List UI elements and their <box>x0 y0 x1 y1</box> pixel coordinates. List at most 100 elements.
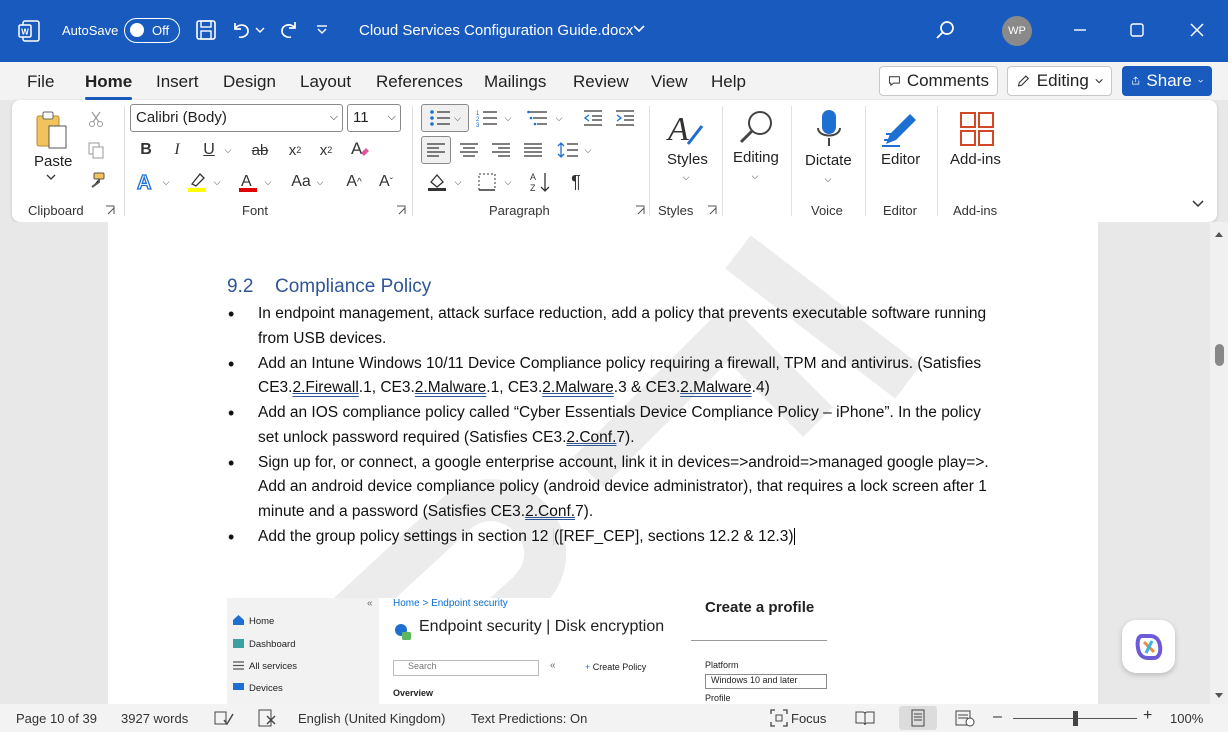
avatar[interactable]: WP <box>1002 16 1032 46</box>
comments-button[interactable]: Comments <box>879 66 998 96</box>
scrollbar-thumb[interactable] <box>1215 344 1224 366</box>
cut-icon[interactable] <box>85 108 107 130</box>
tab-file[interactable]: File <box>27 72 54 92</box>
undo-icon[interactable] <box>228 17 254 43</box>
text-effects-chevron-icon[interactable]: ⌵ <box>160 172 172 192</box>
proofing-underline-text[interactable]: 2.Malware <box>415 379 487 396</box>
font-color-icon[interactable]: A <box>235 169 261 195</box>
page-count[interactable]: Page 10 of 39 <box>16 711 97 726</box>
web-layout-icon[interactable] <box>955 709 975 730</box>
list-item[interactable]: Add an Intune Windows 10/11 Device Compl… <box>228 352 998 401</box>
line-spacing-chevron-icon[interactable]: ⌵ <box>582 140 594 160</box>
paste-label[interactable]: Paste <box>34 153 72 170</box>
align-right-icon[interactable] <box>488 138 514 162</box>
tab-layout[interactable]: Layout <box>300 72 351 92</box>
text-predictions-status[interactable]: Text Predictions: On <box>471 711 587 726</box>
bullets-button[interactable]: ⌵ <box>421 104 469 132</box>
align-center-icon[interactable] <box>456 138 482 162</box>
font-name-dropdown[interactable]: Calibri (Body) ⌵ <box>130 104 343 132</box>
bold-icon[interactable]: B <box>135 138 157 162</box>
editing-label[interactable]: Editing <box>733 149 779 166</box>
scroll-down-icon[interactable] <box>1214 688 1224 703</box>
close-icon[interactable] <box>1185 18 1209 42</box>
tab-home[interactable]: Home <box>85 72 133 100</box>
increase-indent-icon[interactable] <box>613 106 637 130</box>
focus-label[interactable]: Focus <box>791 711 826 726</box>
language-status[interactable]: English (United Kingdom) <box>298 711 445 726</box>
document-title[interactable]: Cloud Services Configuration Guide.docx <box>359 22 633 39</box>
proofing-underline-text[interactable]: 2.Conf. <box>566 429 616 446</box>
shading-icon[interactable] <box>424 170 450 194</box>
align-left-icon[interactable] <box>421 136 451 164</box>
zoom-slider-thumb[interactable] <box>1073 711 1078 726</box>
editor-label[interactable]: Editor <box>881 151 920 168</box>
shrink-font-icon[interactable]: Aˇ <box>374 170 398 194</box>
editing-mode-button[interactable]: Editing <box>1007 66 1112 96</box>
redo-icon[interactable] <box>276 17 302 43</box>
dictate-label[interactable]: Dictate <box>805 152 852 169</box>
clipboard-launcher-icon[interactable] <box>104 204 116 216</box>
microphone-icon[interactable] <box>809 106 849 150</box>
minimize-icon[interactable] <box>1068 18 1092 42</box>
grow-font-icon[interactable]: A ^ <box>342 170 366 194</box>
shading-chevron-icon[interactable]: ⌵ <box>452 172 464 192</box>
word-count[interactable]: 3927 words <box>121 711 188 726</box>
format-painter-icon[interactable] <box>85 170 107 192</box>
proofing-underline-text[interactable]: 2.Malware <box>680 379 752 396</box>
strikethrough-icon[interactable]: ab <box>247 138 273 162</box>
text-effects-icon[interactable]: A <box>133 169 159 195</box>
undo-dropdown-icon[interactable] <box>252 17 268 43</box>
font-launcher-icon[interactable] <box>395 204 407 216</box>
show-formatting-icon[interactable]: ¶ <box>564 170 588 194</box>
list-item[interactable]: In endpoint management, attack surface r… <box>228 302 998 351</box>
font-color-chevron-icon[interactable]: ⌵ <box>262 172 274 192</box>
list-item[interactable]: Add an IOS compliance policy called “Cyb… <box>228 401 998 450</box>
document-page[interactable]: 9.2 Compliance Policy In endpoint managem… <box>108 222 1098 704</box>
collapse-ribbon-icon[interactable] <box>1190 196 1206 212</box>
paste-icon[interactable] <box>32 108 72 152</box>
subscript-icon[interactable]: x2 <box>283 138 307 162</box>
justify-icon[interactable] <box>520 138 546 162</box>
underline-chevron-icon[interactable]: ⌵ <box>222 140 234 160</box>
decrease-indent-icon[interactable] <box>581 106 605 130</box>
search-icon[interactable] <box>932 17 958 43</box>
title-chevron-down-icon[interactable] <box>632 22 646 37</box>
underline-icon[interactable]: U <box>198 138 220 162</box>
styles-launcher-icon[interactable] <box>706 204 718 216</box>
clear-formatting-icon[interactable]: A <box>347 136 373 162</box>
proofing-underline-text[interactable]: 2.Conf. <box>525 503 575 520</box>
scroll-up-icon[interactable] <box>1214 226 1224 241</box>
numbering-icon[interactable]: 123 <box>475 106 499 130</box>
tab-help[interactable]: Help <box>711 72 746 92</box>
editor-icon[interactable] <box>878 106 924 150</box>
zoom-in-icon[interactable]: + <box>1143 708 1152 724</box>
styles-icon[interactable]: A <box>664 108 708 152</box>
list-item[interactable]: Add the group policy settings in section… <box>228 525 998 550</box>
paragraph-launcher-icon[interactable] <box>634 204 646 216</box>
font-size-dropdown[interactable]: 11 ⌵ <box>347 104 401 132</box>
vertical-scrollbar[interactable] <box>1210 222 1228 704</box>
tab-insert[interactable]: Insert <box>156 72 199 92</box>
borders-chevron-icon[interactable]: ⌵ <box>502 172 514 192</box>
read-mode-icon[interactable] <box>855 709 875 730</box>
addins-label[interactable]: Add-ins <box>950 151 1001 168</box>
print-layout-icon[interactable] <box>899 706 937 730</box>
line-spacing-icon[interactable] <box>555 138 581 162</box>
tab-mailings[interactable]: Mailings <box>484 72 546 92</box>
addins-icon[interactable] <box>956 108 998 150</box>
editing-chevron-icon[interactable]: ⌵ <box>749 170 761 182</box>
styles-label[interactable]: Styles <box>667 151 708 168</box>
focus-icon[interactable] <box>770 709 788 730</box>
copy-icon[interactable] <box>85 139 107 161</box>
maximize-icon[interactable] <box>1125 18 1149 42</box>
share-button[interactable]: Share <box>1122 66 1212 96</box>
multilevel-list-icon[interactable] <box>526 106 550 130</box>
list-item[interactable]: Sign up for, or connect, a google enterp… <box>228 451 998 525</box>
tab-review[interactable]: Review <box>573 72 629 92</box>
tab-design[interactable]: Design <box>223 72 276 92</box>
sort-icon[interactable]: AZ <box>528 170 554 194</box>
dictate-chevron-icon[interactable]: ⌵ <box>822 173 834 185</box>
proofing-icon[interactable] <box>214 709 234 730</box>
customize-toolbar-icon[interactable] <box>311 17 333 43</box>
tab-view[interactable]: View <box>651 72 688 92</box>
